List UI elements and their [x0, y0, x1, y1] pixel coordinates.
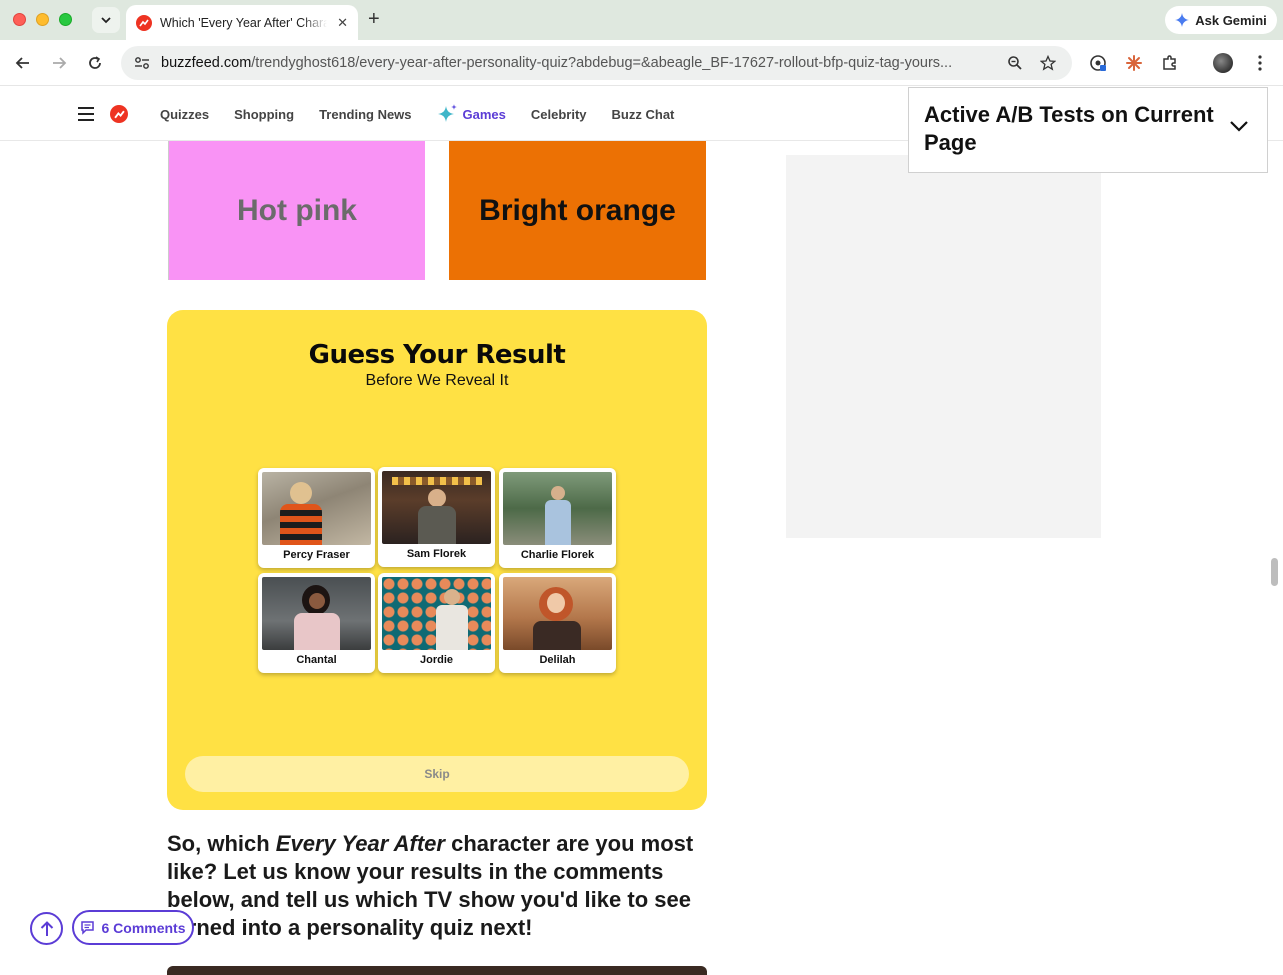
conclusion-text-before: So, which: [167, 831, 276, 856]
page-scrollbar-thumb[interactable]: [1271, 558, 1278, 586]
guess-result-card: Guess Your Result Before We Reveal It Pe…: [167, 310, 707, 810]
character-card-sam-florek[interactable]: Sam Florek: [378, 467, 495, 567]
tab-search-button[interactable]: [92, 7, 120, 33]
nav-link-shopping[interactable]: Shopping: [234, 107, 294, 122]
character-photo: [262, 472, 371, 545]
character-name: Jordie: [419, 654, 453, 666]
sidebar-ad-placeholder: [786, 155, 1101, 538]
buzzfeed-logo-icon[interactable]: [110, 105, 128, 123]
back-button[interactable]: [12, 52, 34, 74]
character-photo: [262, 577, 371, 650]
character-name: Sam Florek: [406, 548, 467, 560]
chevron-down-icon: [101, 17, 111, 24]
ask-gemini-button[interactable]: Ask Gemini: [1165, 6, 1277, 34]
arrow-right-icon: [53, 57, 67, 69]
new-tab-button[interactable]: +: [368, 9, 380, 29]
nav-link-games[interactable]: Games: [437, 103, 506, 125]
url-domain: buzzfeed.com: [161, 55, 252, 71]
claude-extension-icon[interactable]: [1123, 52, 1145, 74]
tab-title: Which 'Every Year After' Character: [160, 15, 328, 30]
arrow-up-icon: [40, 920, 53, 936]
site-info-icon[interactable]: [133, 54, 151, 72]
nav-link-trending-news[interactable]: Trending News: [319, 107, 411, 122]
url-text[interactable]: buzzfeed.com/trendyghost618/every-year-a…: [161, 55, 993, 71]
buzzfeed-favicon-icon: [136, 14, 152, 31]
zoom-icon[interactable]: [1006, 54, 1024, 72]
conclusion-paragraph: So, which Every Year After character are…: [167, 830, 707, 942]
address-bar[interactable]: buzzfeed.com/trendyghost618/every-year-a…: [121, 46, 1072, 80]
site-nav-links: Quizzes Shopping Trending News Games Cel…: [160, 87, 674, 141]
close-window-button[interactable]: [13, 13, 26, 26]
character-card-percy-fraser[interactable]: Percy Fraser: [258, 468, 375, 568]
character-name: Delilah: [539, 654, 576, 666]
character-card-jordie[interactable]: Jordie: [378, 573, 495, 673]
sparkle-icon: [437, 104, 457, 122]
skip-button[interactable]: Skip: [185, 756, 689, 792]
next-section-image: [167, 966, 707, 975]
tab-strip: Which 'Every Year After' Character ✕ + A…: [0, 0, 1283, 40]
gemini-sparkle-icon: [1175, 13, 1190, 27]
nav-link-buzz-chat[interactable]: Buzz Chat: [612, 107, 675, 122]
reload-button[interactable]: [84, 52, 106, 74]
hamburger-menu-icon[interactable]: [78, 107, 94, 121]
answer-option-bright-orange[interactable]: Bright orange: [449, 141, 706, 280]
extensions-puzzle-icon[interactable]: [1159, 52, 1181, 74]
character-photo: [382, 577, 491, 650]
browser-toolbar: buzzfeed.com/trendyghost618/every-year-a…: [0, 40, 1283, 86]
show-title: Every Year After: [275, 831, 445, 856]
nav-link-celebrity[interactable]: Celebrity: [531, 107, 587, 122]
profile-avatar[interactable]: [1212, 52, 1234, 74]
answer-option-hot-pink[interactable]: Hot pink: [168, 141, 425, 280]
bookmark-star-icon[interactable]: [1039, 54, 1057, 72]
character-card-chantal[interactable]: Chantal: [258, 573, 375, 673]
comments-label: 6 Comments: [101, 919, 186, 936]
nav-link-quizzes[interactable]: Quizzes: [160, 107, 209, 122]
character-photo: [382, 471, 491, 544]
maximize-window-button[interactable]: [59, 13, 72, 26]
arrow-left-icon: [15, 57, 29, 69]
comment-bubble-icon: [81, 921, 95, 935]
character-name: Charlie Florek: [520, 549, 595, 561]
ask-gemini-label: Ask Gemini: [1195, 12, 1267, 28]
character-photo: [503, 577, 612, 650]
reload-icon: [89, 56, 101, 69]
active-tab[interactable]: Which 'Every Year After' Character ✕: [126, 5, 358, 40]
password-extension-icon[interactable]: [1087, 52, 1109, 74]
minimize-window-button[interactable]: [36, 13, 49, 26]
chevron-down-icon[interactable]: [1229, 120, 1249, 132]
guess-subtitle: Before We Reveal It: [365, 372, 509, 389]
ab-tests-panel[interactable]: Active A/B Tests on Current Page: [908, 87, 1268, 173]
scroll-to-top-button[interactable]: [30, 912, 63, 945]
nav-link-games-label: Games: [462, 106, 506, 122]
character-card-delilah[interactable]: Delilah: [499, 573, 616, 673]
forward-button[interactable]: [48, 52, 70, 74]
tab-close-icon[interactable]: ✕: [337, 15, 348, 31]
character-name: Percy Fraser: [283, 549, 350, 561]
url-path: /trendyghost618/every-year-after-persona…: [251, 55, 953, 71]
ab-tests-title: Active A/B Tests on Current Page: [924, 102, 1214, 155]
character-photo: [503, 472, 612, 545]
comments-button[interactable]: 6 Comments: [72, 910, 194, 945]
more-menu-icon[interactable]: [1249, 52, 1271, 74]
guess-title: Guess Your Result: [308, 340, 566, 370]
character-card-charlie-florek[interactable]: Charlie Florek: [499, 468, 616, 568]
character-name: Chantal: [296, 654, 337, 666]
